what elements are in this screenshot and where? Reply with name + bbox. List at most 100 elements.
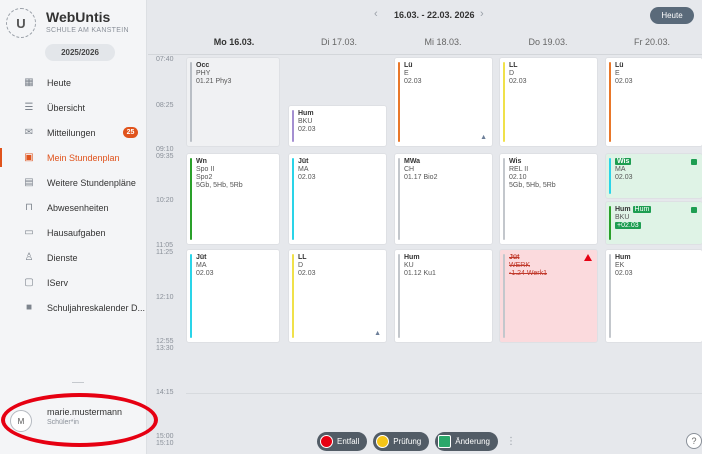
sidebar-item-mein-stundenplan[interactable]: ▣ Mein Stundenplan	[0, 145, 146, 170]
mail-icon: ✉	[24, 127, 34, 138]
unread-count-badge: 25	[123, 127, 138, 138]
legend-label: Entfall	[337, 436, 360, 446]
legend-label: Prüfung	[393, 436, 422, 446]
lesson-card[interactable]: Lü E 02.03 ▲	[395, 58, 492, 146]
sidebar-item-label: Übersicht	[47, 102, 86, 113]
lesson-card[interactable]: Jüt MA 02.03	[289, 154, 386, 244]
lesson-card[interactable]: Jüt MA 02.03	[187, 250, 279, 342]
lesson-teacher: Hum	[298, 110, 314, 117]
pin-icon: ▲	[480, 134, 487, 141]
lesson-subject: MA	[615, 166, 626, 173]
subject-color-bar	[609, 158, 611, 194]
chevron-right-icon[interactable]: ›	[480, 8, 484, 20]
sidebar-item-schuljahreskalender[interactable]: ■ Schuljahreskalender D...	[0, 295, 146, 320]
day-header-mon: Mo 16.03.	[213, 37, 255, 47]
lesson-subject: CH	[404, 166, 415, 173]
sidebar-item-mitteilungen[interactable]: ✉ Mitteilungen 25	[0, 120, 146, 145]
legend-entfall[interactable]: Entfall	[317, 431, 368, 451]
lesson-card[interactable]: MWa CH 01.17 Bio2	[395, 154, 492, 244]
lesson-card-changed[interactable]: Wis MA 02.03	[606, 154, 702, 198]
subject-color-bar	[190, 254, 192, 338]
sidebar-item-heute[interactable]: ▦ Heute	[0, 70, 146, 95]
absence-icon: ⊓	[25, 202, 33, 213]
subject-color-bar	[190, 158, 192, 240]
lesson-room: 02.10	[509, 174, 527, 181]
homework-icon: ▭	[24, 227, 34, 238]
lesson-subject: BKU	[615, 214, 630, 221]
lesson-card[interactable]: LL D 02.03	[500, 58, 597, 146]
school-year-selector[interactable]: 2025/2026	[45, 44, 115, 61]
lesson-subject: REL II	[509, 166, 529, 173]
sidebar-item-label: Abwesenheiten	[47, 202, 109, 213]
lesson-subject: KU	[404, 262, 414, 269]
lesson-teacher: Wis	[615, 158, 632, 165]
lesson-card[interactable]: Hum EK 02.03	[606, 250, 702, 342]
subject-color-bar	[398, 254, 400, 338]
book-icon: ■	[25, 302, 33, 313]
lesson-teacher: Wn	[196, 158, 207, 165]
more-options-icon[interactable]: ⋮	[506, 436, 516, 447]
lesson-card-cancelled[interactable]: Jüt WERK -1.24 Werk1	[500, 250, 597, 342]
sidebar-item-label: Schuljahreskalender D...	[47, 302, 146, 313]
sidebar-item-uebersicht[interactable]: ☰ Übersicht	[0, 95, 146, 120]
lesson-room: 01.17 Bio2	[404, 174, 438, 181]
lesson-teacher: Hum	[615, 254, 631, 261]
lesson-teacher-old: Hum	[615, 206, 631, 213]
sidebar-item-dienste[interactable]: ♙ Dienste	[0, 245, 146, 270]
cancelled-warning-icon	[584, 254, 592, 261]
highlight-annotation	[1, 393, 158, 447]
subject-color-bar	[398, 158, 400, 240]
lesson-card[interactable]: Hum BKU 02.03	[289, 106, 386, 146]
sidebar-item-weitere-stundenplaene[interactable]: ▤ Weitere Stundenpläne	[0, 170, 146, 195]
webuntis-logo[interactable]: U	[6, 8, 36, 38]
lesson-teacher: MWa	[404, 158, 421, 165]
legend-pruefung[interactable]: Prüfung	[373, 431, 430, 451]
sidebar-item-label: Heute	[47, 77, 72, 88]
subject-color-bar	[503, 62, 505, 142]
lesson-card[interactable]: Wis REL II 02.10 5Gb, 5Hb, 5Rb	[500, 154, 597, 244]
lesson-card[interactable]: Wn Spo II Spo2 5Gb, 5Hb, 5Rb	[187, 154, 279, 244]
time-label: 13:30	[156, 345, 174, 352]
lesson-teacher: Jüt	[196, 254, 207, 261]
lesson-card[interactable]: Lü E 02.03	[606, 58, 702, 146]
today-button[interactable]: Heute	[650, 7, 694, 24]
time-label: 09:35	[156, 153, 174, 160]
sidebar-item-label: Hausaufgaben	[47, 227, 106, 238]
time-label: 08:25	[156, 102, 174, 109]
lesson-room: 01.21 Phy3	[196, 78, 232, 85]
time-label: 10:20	[156, 197, 174, 204]
lesson-room: Spo2	[196, 174, 213, 181]
lesson-subject: Spo II	[196, 166, 215, 173]
lesson-teacher: Lü	[404, 62, 413, 69]
help-icon[interactable]: ?	[686, 433, 702, 449]
lesson-room: +02.03	[615, 222, 641, 229]
day-header-tue: Di 17.03.	[320, 37, 358, 47]
lesson-subject: D	[298, 262, 304, 269]
lesson-subject: WERK	[509, 262, 530, 269]
sidebar-item-hausaufgaben[interactable]: ▭ Hausaufgaben	[0, 220, 146, 245]
lesson-card-changed[interactable]: Hum Hum BKU +02.03	[606, 202, 702, 244]
lesson-room: 02.03	[615, 270, 633, 277]
sidebar-item-label: IServ	[47, 277, 69, 288]
chevron-left-icon[interactable]: ‹	[374, 8, 378, 20]
subject-color-bar	[609, 62, 611, 142]
legend-aenderung[interactable]: Änderung	[435, 431, 498, 451]
lesson-room: -1.24 Werk1	[509, 270, 547, 277]
lesson-card[interactable]: Occ PHY 01.21 Phy3	[187, 58, 279, 146]
time-label: 15:10	[156, 440, 174, 447]
sidebar-nav: ▦ Heute ☰ Übersicht ✉ Mitteilungen 25 ▣ …	[0, 70, 146, 320]
grid-icon: ▦	[24, 77, 34, 88]
lesson-card[interactable]: Hum KU 01.12 Ku1	[395, 250, 492, 342]
lesson-room: 02.03	[298, 126, 316, 133]
time-label: 11:25	[156, 249, 173, 256]
lesson-classes: 5Gb, 5Hb, 5Rb	[196, 182, 243, 189]
sidebar-item-iserv[interactable]: ▢ IServ	[0, 270, 146, 295]
week-range[interactable]: 16.03. - 22.03. 2026	[394, 10, 475, 20]
lesson-teacher: LL	[509, 62, 518, 69]
lesson-card[interactable]: LL D 02.03 ▲	[289, 250, 386, 342]
sidebar-item-abwesenheiten[interactable]: ⊓ Abwesenheiten	[0, 195, 146, 220]
pin-icon: ▲	[374, 330, 381, 337]
sidebar-item-label: Weitere Stundenpläne	[47, 177, 136, 188]
lesson-teacher: Jüt	[509, 254, 520, 261]
lesson-room: 02.03	[298, 174, 316, 181]
